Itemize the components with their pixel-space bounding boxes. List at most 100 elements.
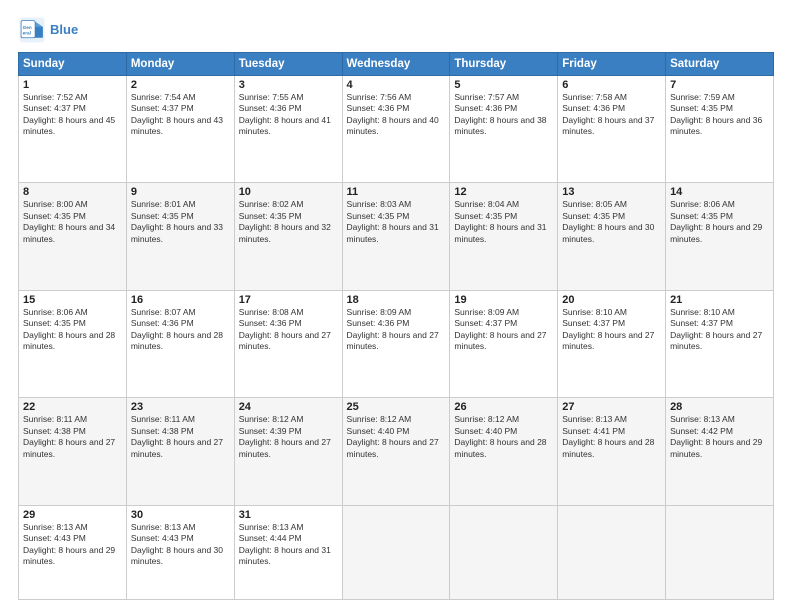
weekday-header: Tuesday: [234, 53, 342, 76]
svg-text:eral: eral: [23, 31, 31, 36]
calendar-cell: 12Sunrise: 8:04 AMSunset: 4:35 PMDayligh…: [450, 183, 558, 290]
day-number: 24: [239, 401, 338, 413]
calendar-cell: 9Sunrise: 8:01 AMSunset: 4:35 PMDaylight…: [126, 183, 234, 290]
day-number: 29: [23, 509, 122, 521]
calendar-cell: 7Sunrise: 7:59 AMSunset: 4:35 PMDaylight…: [666, 76, 774, 183]
calendar-cell: 4Sunrise: 7:56 AMSunset: 4:36 PMDaylight…: [342, 76, 450, 183]
day-info: Sunrise: 8:11 AMSunset: 4:38 PMDaylight:…: [23, 414, 122, 460]
calendar-week-row: 1Sunrise: 7:52 AMSunset: 4:37 PMDaylight…: [19, 76, 774, 183]
calendar-cell: 15Sunrise: 8:06 AMSunset: 4:35 PMDayligh…: [19, 290, 127, 397]
day-number: 3: [239, 79, 338, 91]
calendar-cell: 18Sunrise: 8:09 AMSunset: 4:36 PMDayligh…: [342, 290, 450, 397]
calendar-cell: 5Sunrise: 7:57 AMSunset: 4:36 PMDaylight…: [450, 76, 558, 183]
weekday-header: Monday: [126, 53, 234, 76]
calendar-cell: 16Sunrise: 8:07 AMSunset: 4:36 PMDayligh…: [126, 290, 234, 397]
day-number: 9: [131, 186, 230, 198]
day-info: Sunrise: 7:58 AMSunset: 4:36 PMDaylight:…: [562, 92, 661, 138]
day-number: 13: [562, 186, 661, 198]
calendar-cell: 8Sunrise: 8:00 AMSunset: 4:35 PMDaylight…: [19, 183, 127, 290]
page: Gen eral Blue SundayMondayTuesdayWednesd…: [0, 0, 792, 612]
calendar-cell: 25Sunrise: 8:12 AMSunset: 4:40 PMDayligh…: [342, 398, 450, 505]
calendar-cell: 11Sunrise: 8:03 AMSunset: 4:35 PMDayligh…: [342, 183, 450, 290]
calendar-cell: 24Sunrise: 8:12 AMSunset: 4:39 PMDayligh…: [234, 398, 342, 505]
day-info: Sunrise: 7:52 AMSunset: 4:37 PMDaylight:…: [23, 92, 122, 138]
day-info: Sunrise: 8:13 AMSunset: 4:43 PMDaylight:…: [131, 522, 230, 568]
weekday-header: Wednesday: [342, 53, 450, 76]
day-info: Sunrise: 8:12 AMSunset: 4:40 PMDaylight:…: [347, 414, 446, 460]
logo-line2: Blue: [50, 22, 78, 38]
day-info: Sunrise: 8:13 AMSunset: 4:41 PMDaylight:…: [562, 414, 661, 460]
day-number: 30: [131, 509, 230, 521]
day-info: Sunrise: 7:56 AMSunset: 4:36 PMDaylight:…: [347, 92, 446, 138]
day-number: 10: [239, 186, 338, 198]
day-number: 22: [23, 401, 122, 413]
calendar-cell: 14Sunrise: 8:06 AMSunset: 4:35 PMDayligh…: [666, 183, 774, 290]
day-info: Sunrise: 8:04 AMSunset: 4:35 PMDaylight:…: [454, 199, 553, 245]
day-info: Sunrise: 8:11 AMSunset: 4:38 PMDaylight:…: [131, 414, 230, 460]
day-info: Sunrise: 8:13 AMSunset: 4:43 PMDaylight:…: [23, 522, 122, 568]
day-number: 16: [131, 294, 230, 306]
day-number: 18: [347, 294, 446, 306]
day-number: 31: [239, 509, 338, 521]
day-number: 5: [454, 79, 553, 91]
day-number: 14: [670, 186, 769, 198]
calendar-week-row: 29Sunrise: 8:13 AMSunset: 4:43 PMDayligh…: [19, 505, 774, 599]
day-info: Sunrise: 8:09 AMSunset: 4:37 PMDaylight:…: [454, 307, 553, 353]
day-info: Sunrise: 8:08 AMSunset: 4:36 PMDaylight:…: [239, 307, 338, 353]
calendar-cell: 10Sunrise: 8:02 AMSunset: 4:35 PMDayligh…: [234, 183, 342, 290]
day-number: 12: [454, 186, 553, 198]
calendar-week-row: 15Sunrise: 8:06 AMSunset: 4:35 PMDayligh…: [19, 290, 774, 397]
calendar-cell: 23Sunrise: 8:11 AMSunset: 4:38 PMDayligh…: [126, 398, 234, 505]
day-number: 20: [562, 294, 661, 306]
logo-icon: Gen eral: [18, 16, 46, 44]
day-info: Sunrise: 8:03 AMSunset: 4:35 PMDaylight:…: [347, 199, 446, 245]
day-info: Sunrise: 8:12 AMSunset: 4:40 PMDaylight:…: [454, 414, 553, 460]
day-info: Sunrise: 7:59 AMSunset: 4:35 PMDaylight:…: [670, 92, 769, 138]
day-info: Sunrise: 8:01 AMSunset: 4:35 PMDaylight:…: [131, 199, 230, 245]
day-info: Sunrise: 8:06 AMSunset: 4:35 PMDaylight:…: [670, 199, 769, 245]
day-number: 25: [347, 401, 446, 413]
day-number: 6: [562, 79, 661, 91]
logo: Gen eral Blue: [18, 16, 78, 44]
day-info: Sunrise: 7:54 AMSunset: 4:37 PMDaylight:…: [131, 92, 230, 138]
weekday-header-row: SundayMondayTuesdayWednesdayThursdayFrid…: [19, 53, 774, 76]
day-number: 21: [670, 294, 769, 306]
weekday-header: Friday: [558, 53, 666, 76]
day-number: 26: [454, 401, 553, 413]
calendar-cell: [450, 505, 558, 599]
day-number: 8: [23, 186, 122, 198]
calendar-cell: [666, 505, 774, 599]
calendar-cell: 1Sunrise: 7:52 AMSunset: 4:37 PMDaylight…: [19, 76, 127, 183]
day-info: Sunrise: 8:13 AMSunset: 4:44 PMDaylight:…: [239, 522, 338, 568]
calendar-cell: 20Sunrise: 8:10 AMSunset: 4:37 PMDayligh…: [558, 290, 666, 397]
weekday-header: Saturday: [666, 53, 774, 76]
header: Gen eral Blue: [18, 16, 774, 44]
day-number: 17: [239, 294, 338, 306]
weekday-header: Sunday: [19, 53, 127, 76]
weekday-header: Thursday: [450, 53, 558, 76]
day-number: 28: [670, 401, 769, 413]
day-number: 1: [23, 79, 122, 91]
calendar-cell: 2Sunrise: 7:54 AMSunset: 4:37 PMDaylight…: [126, 76, 234, 183]
calendar-cell: 21Sunrise: 8:10 AMSunset: 4:37 PMDayligh…: [666, 290, 774, 397]
day-info: Sunrise: 8:07 AMSunset: 4:36 PMDaylight:…: [131, 307, 230, 353]
calendar-cell: 22Sunrise: 8:11 AMSunset: 4:38 PMDayligh…: [19, 398, 127, 505]
calendar-cell: 17Sunrise: 8:08 AMSunset: 4:36 PMDayligh…: [234, 290, 342, 397]
day-number: 23: [131, 401, 230, 413]
logo-text: Blue: [50, 22, 78, 38]
calendar-cell: [342, 505, 450, 599]
calendar-cell: 13Sunrise: 8:05 AMSunset: 4:35 PMDayligh…: [558, 183, 666, 290]
day-number: 11: [347, 186, 446, 198]
calendar-cell: 30Sunrise: 8:13 AMSunset: 4:43 PMDayligh…: [126, 505, 234, 599]
day-info: Sunrise: 8:12 AMSunset: 4:39 PMDaylight:…: [239, 414, 338, 460]
day-info: Sunrise: 8:06 AMSunset: 4:35 PMDaylight:…: [23, 307, 122, 353]
day-info: Sunrise: 8:00 AMSunset: 4:35 PMDaylight:…: [23, 199, 122, 245]
svg-text:Gen: Gen: [23, 25, 32, 30]
calendar-cell: 26Sunrise: 8:12 AMSunset: 4:40 PMDayligh…: [450, 398, 558, 505]
day-info: Sunrise: 8:02 AMSunset: 4:35 PMDaylight:…: [239, 199, 338, 245]
calendar-cell: 19Sunrise: 8:09 AMSunset: 4:37 PMDayligh…: [450, 290, 558, 397]
calendar-cell: [558, 505, 666, 599]
day-number: 2: [131, 79, 230, 91]
calendar-week-row: 8Sunrise: 8:00 AMSunset: 4:35 PMDaylight…: [19, 183, 774, 290]
day-info: Sunrise: 7:55 AMSunset: 4:36 PMDaylight:…: [239, 92, 338, 138]
